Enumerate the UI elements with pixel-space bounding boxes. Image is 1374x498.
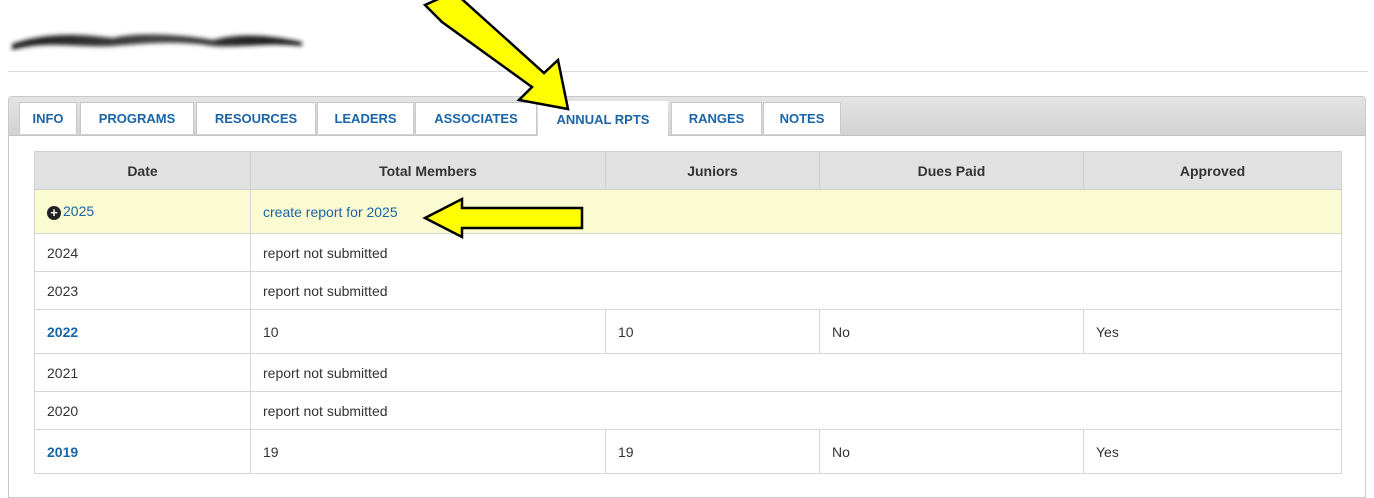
new-report-year-link[interactable]: 2025 [63, 203, 94, 219]
approved-cell: Yes [1083, 309, 1342, 354]
approved-cell: Yes [1083, 429, 1342, 474]
column-header-date: Date [34, 151, 251, 190]
table-row: 2023 report not submitted [34, 271, 1342, 310]
total-members-cell: 19 [250, 429, 606, 474]
new-report-action-cell: create report for 2025 [250, 189, 1342, 234]
juniors-cell: 10 [605, 309, 820, 354]
tab-ranges[interactable]: RANGES [671, 102, 762, 134]
table-row: 2022 10 10 No Yes [34, 309, 1342, 354]
table-header-row: Date Total Members Juniors Dues Paid App… [34, 151, 1342, 190]
tab-bar: INFO PROGRAMS RESOURCES LEADERS ASSOCIAT… [9, 97, 1365, 136]
create-report-link[interactable]: create report for 2025 [263, 204, 398, 220]
status-cell: report not submitted [250, 353, 1342, 392]
tab-leaders[interactable]: LEADERS [317, 102, 414, 134]
column-header-juniors: Juniors [605, 151, 820, 190]
dues-paid-cell: No [819, 429, 1084, 474]
juniors-cell: 19 [605, 429, 820, 474]
table-row: 2019 19 19 No Yes [34, 429, 1342, 474]
tab-info[interactable]: INFO [19, 102, 77, 134]
year-cell: 2019 [34, 429, 251, 474]
dues-paid-cell: No [819, 309, 1084, 354]
table-row: 2021 report not submitted [34, 353, 1342, 392]
status-cell: report not submitted [250, 233, 1342, 272]
table-row: 2020 report not submitted [34, 391, 1342, 430]
year-cell: 2021 [34, 353, 251, 392]
total-members-cell: 10 [250, 309, 606, 354]
tab-programs[interactable]: PROGRAMS [80, 102, 194, 134]
annual-reports-table: Date Total Members Juniors Dues Paid App… [34, 151, 1342, 474]
year-link[interactable]: 2019 [47, 444, 78, 460]
column-header-approved: Approved [1083, 151, 1342, 190]
header-divider [8, 71, 1368, 72]
year-cell: 2024 [34, 233, 251, 272]
year-cell: 2023 [34, 271, 251, 310]
tabs-panel: INFO PROGRAMS RESOURCES LEADERS ASSOCIAT… [8, 96, 1366, 498]
annotation-arrow-tab-icon [422, 0, 570, 111]
year-cell: 2020 [34, 391, 251, 430]
tab-notes[interactable]: NOTES [763, 102, 841, 134]
plus-circle-icon[interactable]: + [47, 206, 61, 220]
year-link[interactable]: 2022 [47, 324, 78, 340]
blurred-logo [12, 34, 302, 50]
status-cell: report not submitted [250, 391, 1342, 430]
tab-resources[interactable]: RESOURCES [196, 102, 316, 134]
year-cell: 2022 [34, 309, 251, 354]
new-report-year-cell: +2025 [34, 189, 251, 234]
column-header-total-members: Total Members [250, 151, 606, 190]
table-row-new-report: +2025 create report for 2025 [34, 189, 1342, 234]
annotation-arrow-link-icon [422, 196, 584, 240]
table-row: 2024 report not submitted [34, 233, 1342, 272]
status-cell: report not submitted [250, 271, 1342, 310]
column-header-dues-paid: Dues Paid [819, 151, 1084, 190]
